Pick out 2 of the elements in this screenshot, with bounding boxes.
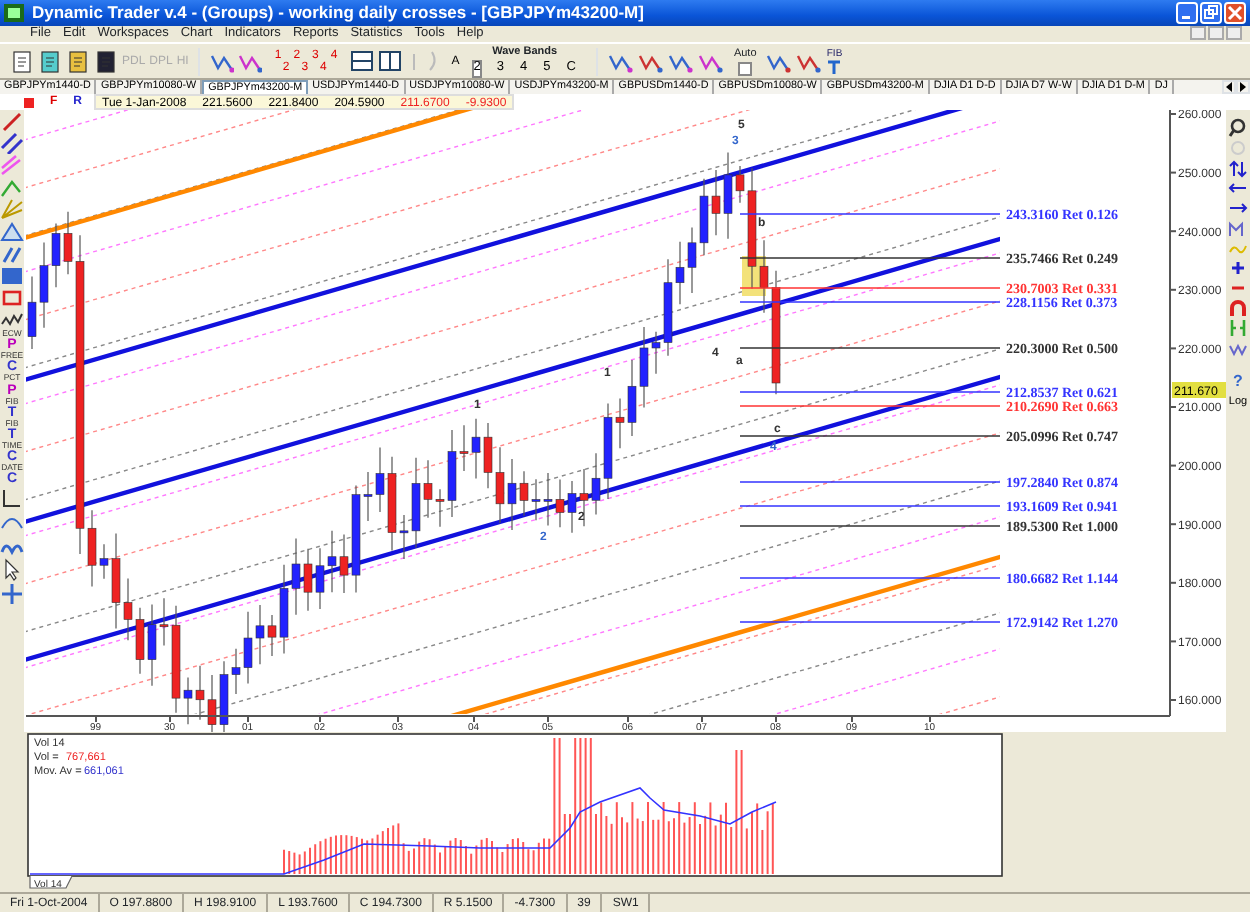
help-button[interactable]: ? xyxy=(1233,374,1243,390)
window-title: Dynamic Trader v.4 - (Groups) - working daily crosses - [GBPJPYm43200-M] xyxy=(32,0,644,26)
